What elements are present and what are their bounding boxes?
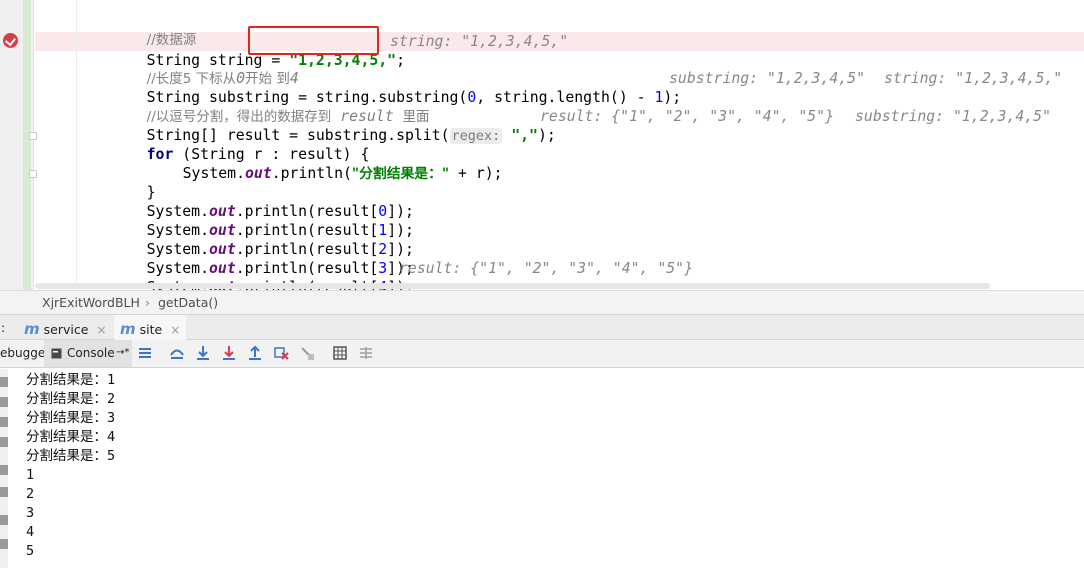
maven-module-icon: m [120,320,136,338]
force-step-into-icon[interactable] [220,344,238,362]
code-line[interactable]: System.out.println(result[4]); [111,259,414,290]
console-value: 5 [107,448,116,464]
console-line: 分割结果是：3 [26,409,115,428]
stop-icon[interactable] [0,397,8,407]
close-icon[interactable]: × [170,323,180,337]
code-line[interactable]: //数据源 [111,11,197,48]
string-literal: "," [511,127,538,144]
code-line[interactable]: for (String r : result) { [111,126,370,163]
console-line: 分割结果是：2 [26,390,115,409]
code-editor[interactable]: //数据源 String string = "1,2,3,4,5,"; stri… [0,0,1084,290]
breadcrumb-class[interactable]: XjrExitWordBLH [42,295,140,310]
code-line[interactable]: String substring = string.substring(0, s… [111,69,682,106]
rerun-icon[interactable] [0,377,8,387]
console-line: 分割结果是：4 [26,428,115,447]
console-value: 3 [107,410,116,426]
code-line[interactable]: String[] result = substring.split(regex:… [111,107,556,144]
code-text: System. [182,165,245,182]
console-value: 2 [107,391,116,407]
static-field: out [245,165,272,182]
console-line: 3 [26,505,35,521]
console-text: 分割结果是： [26,372,107,388]
pin-arrow-icon: →* [116,347,130,358]
console-value: 4 [107,429,116,445]
step-out-icon[interactable] [246,344,264,362]
step-over-icon[interactable] [168,344,186,362]
tab-debugger[interactable]: ebugger [0,346,50,360]
maven-module-icon: m [24,320,40,338]
parameter-hint: regex: [449,128,503,144]
step-into-icon[interactable] [194,344,212,362]
code-text: ); [537,127,556,144]
console-line: 1 [26,467,35,483]
debug-toolbar: ebugger Console →* [0,340,1084,368]
settings-icon[interactable] [0,515,8,525]
evaluate-expression-icon[interactable] [331,344,349,362]
code-line[interactable]: System.out.println("分割结果是：" + r); [147,145,503,182]
mute-breakpoints-icon[interactable] [0,487,8,497]
console-output[interactable]: 分割结果是：1 分割结果是：2 分割结果是：3 分割结果是：4 分割结果是：5 … [0,369,1084,568]
code-line[interactable]: System.out.println(result[3]); [111,240,414,277]
console-line: 分割结果是：5 [26,447,115,466]
console-line: 4 [26,524,35,540]
trace-stream-icon[interactable] [357,344,375,362]
inline-debug-hint: result: {"1", "2", "3", "4", "5"} [540,108,834,125]
breadcrumb: XjrExitWordBLH › getData() [0,290,1084,314]
code-line[interactable]: System.out.println(result[1]); [111,202,414,239]
tab-site[interactable]: m site × [114,315,187,340]
console-side-toolbar [0,369,8,568]
resume-icon[interactable] [0,417,8,427]
fold-icon[interactable] [29,170,37,178]
number-literal: 0 [467,89,477,106]
fold-icon[interactable] [29,132,37,140]
drop-frame-icon[interactable] [272,344,290,362]
breakpoint-icon[interactable] [3,33,18,48]
console-text: 分割结果是： [26,429,107,445]
console-line: 5 [26,543,35,559]
tab-label: site [139,322,163,337]
pin-icon[interactable] [0,539,8,549]
pause-icon[interactable] [0,437,8,447]
code-line[interactable]: } [111,164,156,201]
close-icon[interactable]: × [96,323,106,337]
breadcrumb-separator: › [145,295,150,310]
code-text: ); [663,89,682,106]
indent-guide [76,0,77,290]
console-value: 1 [107,372,116,388]
breadcrumb-method[interactable]: getData() [158,295,218,310]
code-line[interactable]: //以逗号分割，得出的数据存到 result 里面 [111,88,430,125]
tabs-lead: : [1,320,6,335]
vcs-change-marker[interactable] [23,0,31,290]
console-text: 分割结果是： [26,448,107,464]
tab-service[interactable]: m service × [22,315,112,340]
code-text: .println( [271,165,352,182]
tab-console-label: Console [67,346,115,360]
string-literal: "分割结果是：" [351,166,450,182]
console-text: 分割结果是： [26,410,107,426]
console-text: 分割结果是： [26,391,107,407]
show-execution-point-icon[interactable] [136,344,154,362]
inline-debug-hint: result: {"1", "2", "3", "4", "5"} [399,260,693,277]
code-text: + r); [449,165,503,182]
view-breakpoints-icon[interactable] [0,465,8,475]
code-line[interactable]: System.out.println(result[2]); [111,221,414,258]
code-line[interactable]: //长度5 下标从0开始 到4 [111,50,299,87]
inline-debug-hint: string: "1,2,3,4,5," [390,33,569,50]
inline-debug-hint: string: "1,2,3,4,5," [884,70,1063,87]
tab-console[interactable]: Console →* [44,340,132,367]
inline-debug-hint: substring: "1,2,3,4,5" [669,70,865,87]
code-text: ; [396,52,406,69]
console-line: 分割结果是：1 [26,371,115,390]
run-tabs-bar: : m service × m site × [0,314,1084,340]
code-text: , string.length() - [476,89,655,106]
run-to-cursor-icon[interactable] [298,344,316,362]
code-line[interactable]: System.out.println(result[0]); [111,183,414,220]
console-line: 2 [26,486,35,502]
horizontal-scrollbar[interactable] [35,283,990,289]
console-icon [51,348,62,359]
tab-label: service [43,322,89,337]
inline-debug-hint: substring: "1,2,3,4,5" [855,108,1051,125]
